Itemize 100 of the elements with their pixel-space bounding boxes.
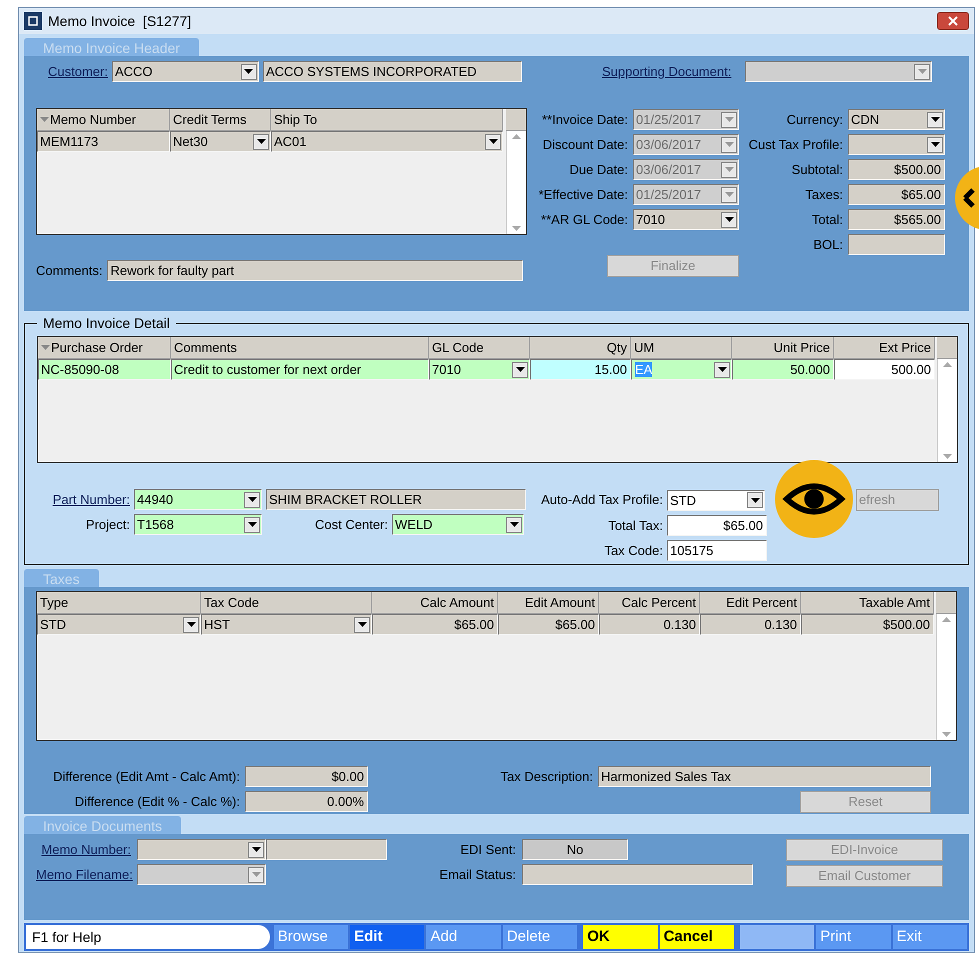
- field-label: Discount Date:: [542, 136, 628, 154]
- field-label: Tax Code:: [603, 542, 663, 560]
- field-label: Currency:: [786, 110, 843, 129]
- window-title: Memo Invoice [S1277]: [48, 12, 192, 31]
- field-label: BOL:: [812, 236, 843, 254]
- table-cell[interactable]: AC01: [271, 131, 503, 152]
- total-field: $565.00: [848, 209, 945, 230]
- tax-description-field: Harmonized Sales Tax: [598, 766, 931, 787]
- table-cell[interactable]: Credit to customer for next order: [171, 359, 429, 380]
- table-cell[interactable]: 15.00: [530, 359, 631, 380]
- column-header[interactable]: Tax Code: [201, 592, 372, 614]
- field-label: Taxes:: [804, 186, 843, 204]
- field-label: Project:: [84, 516, 130, 534]
- column-header[interactable]: GL Code: [429, 337, 530, 359]
- column-header[interactable]: Ship To: [271, 109, 503, 131]
- table-cell[interactable]: MEM1173: [37, 131, 170, 152]
- total-tax-field[interactable]: $65.00: [667, 515, 767, 536]
- date-field[interactable]: 7010: [633, 209, 739, 230]
- column-header[interactable]: Comments: [171, 337, 429, 359]
- scrollbar[interactable]: [506, 131, 526, 234]
- total-field: $500.00: [848, 159, 945, 180]
- field-label[interactable]: Memo Number:: [36, 840, 131, 860]
- app-icon: [24, 12, 42, 30]
- table-cell[interactable]: Net30: [170, 131, 271, 152]
- field-label: EDI Sent:: [459, 840, 516, 859]
- table-cell[interactable]: 500.00: [834, 359, 935, 380]
- comments-field: Rework for faulty part: [107, 260, 524, 281]
- column-header[interactable]: UM: [631, 337, 732, 359]
- field-label: Comments:: [36, 262, 102, 280]
- project-field[interactable]: T1568: [134, 514, 262, 535]
- field-label: Cost Center:: [314, 516, 388, 534]
- field-label: **AR GL Code:: [540, 210, 628, 229]
- customer-code-field[interactable]: ACCO: [112, 61, 259, 82]
- field-label: **Invoice Date:: [541, 110, 628, 129]
- sort-arrow-icon: [40, 117, 49, 122]
- field-label: Cust Tax Profile:: [748, 136, 843, 154]
- field-label: *Effective Date:: [538, 186, 628, 204]
- toolbar-button[interactable]: Cancel: [660, 925, 734, 949]
- close-button[interactable]: [937, 12, 969, 30]
- scroll-up-icon[interactable]: [512, 134, 521, 139]
- grid-corner: [936, 592, 956, 614]
- table-cell[interactable]: HST: [201, 614, 372, 635]
- scroll-down-icon[interactable]: [943, 454, 952, 459]
- field-label: Total Tax:: [607, 516, 663, 535]
- column-header[interactable]: Credit Terms: [170, 109, 271, 131]
- cost-center-field[interactable]: WELD: [392, 514, 524, 535]
- scroll-up-icon[interactable]: [943, 362, 952, 367]
- table-cell[interactable]: 7010: [429, 359, 530, 380]
- total-field[interactable]: [848, 134, 945, 155]
- column-header[interactable]: Ext Price: [834, 337, 935, 359]
- column-header[interactable]: Memo Number: [37, 109, 170, 131]
- tax-code-field[interactable]: 105175: [667, 540, 767, 561]
- column-header[interactable]: Edit Amount: [498, 592, 599, 614]
- close-icon: [948, 16, 958, 26]
- toolbar-button[interactable]: Edit: [350, 925, 424, 949]
- column-header[interactable]: Unit Price: [732, 337, 834, 359]
- scroll-up-icon[interactable]: [942, 617, 951, 622]
- total-field: $65.00: [848, 184, 945, 205]
- sort-arrow-icon: [41, 345, 50, 350]
- eye-icon: [775, 460, 853, 538]
- help-field: F1 for Help: [26, 925, 270, 949]
- total-field[interactable]: CDN: [848, 109, 945, 130]
- column-header[interactable]: Purchase Order: [38, 337, 171, 359]
- memo-number-field[interactable]: [137, 839, 266, 860]
- difference-field: 0.00%: [245, 791, 368, 812]
- difference-field: $0.00: [245, 766, 368, 787]
- table-cell[interactable]: STD: [37, 614, 201, 635]
- section-title: Memo Invoice Header: [24, 38, 199, 56]
- part-description-field: SHIM BRACKET ROLLER: [266, 489, 526, 510]
- scroll-down-icon[interactable]: [942, 732, 951, 737]
- field-label[interactable]: Part Number:: [37, 490, 130, 510]
- column-header[interactable]: Edit Percent: [700, 592, 801, 614]
- tax-profile-field[interactable]: STD: [667, 490, 765, 510]
- customer-name-field: ACCO SYSTEMS INCORPORATED: [262, 61, 522, 82]
- field-label: Due Date:: [568, 160, 628, 179]
- toolbar-button[interactable]: OK: [583, 925, 658, 949]
- section-title: Invoice Documents: [24, 816, 182, 834]
- column-header[interactable]: Calc Percent: [599, 592, 700, 614]
- scrollbar[interactable]: [936, 614, 956, 740]
- table-cell[interactable]: $65.00: [498, 614, 599, 635]
- column-header[interactable]: Calc Amount: [372, 592, 498, 614]
- grid-corner: [506, 109, 526, 131]
- group-title: Memo Invoice Detail: [37, 315, 176, 331]
- table-cell[interactable]: $65.00: [372, 614, 498, 635]
- grid-corner: [937, 337, 957, 359]
- field-label: Email Status:: [438, 866, 516, 884]
- field-label: Difference (Edit Amt - Calc Amt):: [52, 768, 240, 786]
- table-cell[interactable]: NC-85090-08: [38, 359, 171, 380]
- scrollbar[interactable]: [937, 359, 957, 462]
- column-header[interactable]: Qty: [530, 337, 631, 359]
- column-header[interactable]: Type: [37, 592, 201, 614]
- column-header[interactable]: Taxable Amt: [801, 592, 934, 614]
- scroll-down-icon[interactable]: [512, 226, 521, 231]
- table-cell[interactable]: 50.000: [732, 359, 834, 380]
- table-cell[interactable]: 0.130: [700, 614, 801, 635]
- part-number-field[interactable]: 44940: [134, 489, 262, 510]
- field-label[interactable]: Customer:: [48, 62, 108, 82]
- table-cell[interactable]: 0.130: [599, 614, 700, 635]
- edi-sent-field: No: [522, 839, 628, 860]
- table-cell[interactable]: $500.00: [801, 614, 934, 635]
